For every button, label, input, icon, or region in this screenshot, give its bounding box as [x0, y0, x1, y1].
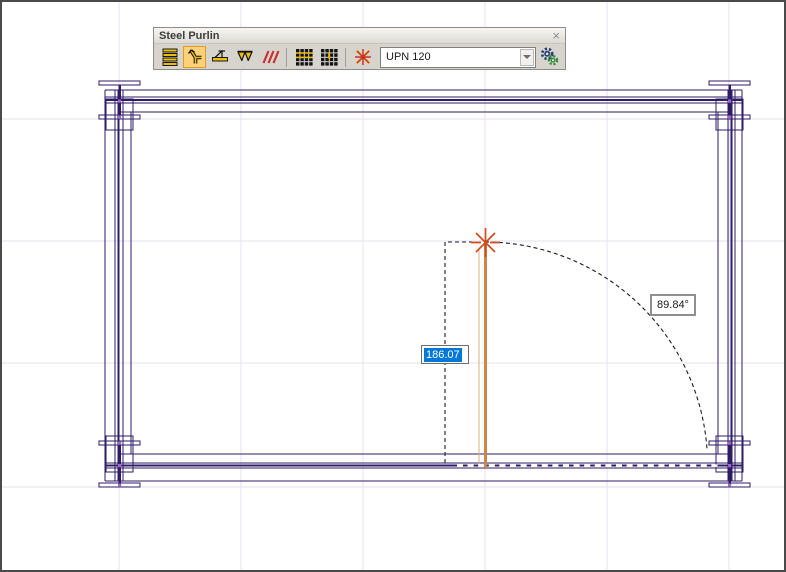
close-icon[interactable]: ×	[552, 30, 560, 41]
insertion-point-icon	[353, 47, 373, 67]
diagonal-bracing-icon	[260, 47, 280, 67]
grid-pattern-center-button[interactable]	[317, 46, 340, 68]
angle-readout: 89.84°	[650, 294, 696, 316]
gears-icon	[540, 47, 560, 67]
toolbar-titlebar[interactable]: Steel Purlin ×	[154, 28, 565, 44]
drawing-canvas[interactable]	[2, 2, 786, 572]
toolbar-title: Steel Purlin	[159, 30, 220, 42]
insertion-point-button[interactable]	[351, 46, 374, 68]
toolbar-separator	[286, 48, 287, 67]
dimension-value: 186.07	[424, 348, 462, 362]
corrugated-profile-button[interactable]	[233, 46, 256, 68]
diagonal-bracing-button[interactable]	[258, 46, 281, 68]
grid-pattern-rows-button[interactable]	[292, 46, 315, 68]
sloped-purlin-button[interactable]	[183, 46, 206, 68]
chevron-down-icon[interactable]	[520, 49, 534, 66]
horizontal-purlins-button[interactable]	[158, 46, 181, 68]
selection-handles	[118, 100, 731, 487]
purlin-splice-icon	[210, 47, 230, 67]
horizontal-purlins-icon	[160, 47, 180, 67]
frame-beam-axes	[105, 90, 742, 481]
corrugated-profile-icon	[235, 47, 255, 67]
grid-pattern-center-icon	[319, 47, 339, 67]
column-webs	[120, 85, 730, 483]
frame-beams	[105, 90, 742, 481]
dimension-input[interactable]: 186.07	[421, 345, 469, 364]
toolbar-separator	[345, 48, 346, 67]
purlin-splice-button[interactable]	[208, 46, 231, 68]
snap-marker-icon	[471, 228, 500, 257]
settings-gears-button[interactable]	[538, 46, 561, 68]
app-window: 186.07 89.84° Steel Purlin ×	[0, 0, 786, 572]
angle-value: 89.84°	[657, 299, 689, 311]
profile-combobox[interactable]: UPN 120	[380, 47, 536, 68]
steel-purlin-toolbar: Steel Purlin ×	[153, 27, 566, 70]
corner-columns	[99, 81, 750, 487]
profile-value: UPN 120	[381, 51, 520, 63]
grid-pattern-rows-icon	[294, 47, 314, 67]
sloped-purlin-icon	[185, 47, 205, 67]
toolbar-buttons-row: UPN 120	[154, 44, 565, 70]
